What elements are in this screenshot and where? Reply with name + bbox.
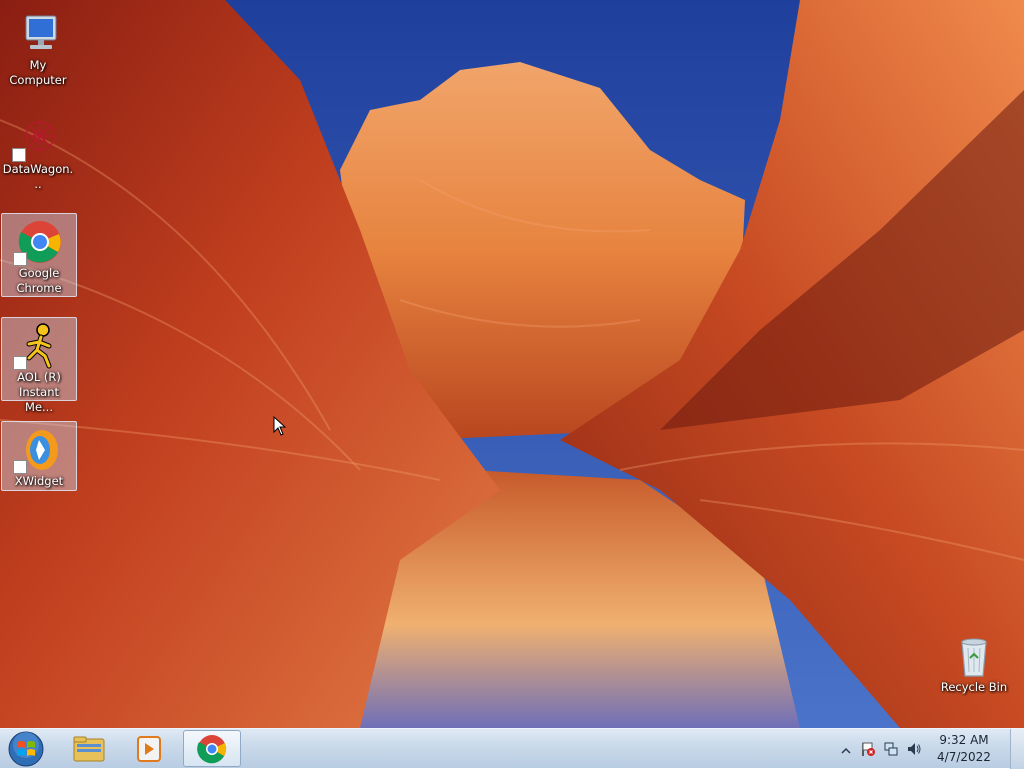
desktop-icon-label: Google Chrome [16, 266, 62, 295]
taskbar-chrome-button[interactable] [183, 730, 241, 767]
desktop-icon-aol-instant-messenger[interactable]: AOL (R) Instant Me... [1, 317, 77, 414]
desktop-icon-google-chrome[interactable]: Google Chrome [1, 213, 77, 297]
volume-icon[interactable] [906, 741, 922, 761]
file-explorer-icon [73, 736, 105, 762]
taskbar-explorer-button[interactable] [60, 730, 118, 767]
aim-running-man-icon [13, 322, 63, 370]
shortcut-arrow-icon [13, 252, 27, 266]
shortcut-arrow-icon [12, 148, 26, 162]
taskbar: 9:32 AM 4/7/2022 [0, 728, 1024, 769]
desktop-icon-label: Recycle Bin [940, 680, 1008, 694]
clock-time: 9:32 AM [939, 733, 989, 747]
system-tray: 9:32 AM 4/7/2022 [834, 729, 1024, 769]
desktop-icon-datawagon[interactable]: DataWagon... [0, 110, 76, 192]
show-hidden-icons-chevron[interactable] [841, 741, 851, 760]
show-desktop-button[interactable] [1010, 729, 1024, 769]
datawagon-icon [12, 114, 62, 162]
taskbar-media-player-button[interactable] [120, 730, 178, 767]
mouse-cursor-icon [273, 415, 287, 440]
desktop-icon-xwidget[interactable]: XWidget [1, 421, 77, 491]
shortcut-arrow-icon [13, 356, 27, 370]
shortcut-arrow-icon [13, 460, 27, 474]
xwidget-icon [13, 426, 63, 474]
desktop-wallpaper [0, 0, 1024, 728]
start-button[interactable] [5, 730, 47, 768]
clock-date: 4/7/2022 [937, 750, 991, 764]
taskbar-clock[interactable]: 9:32 AM 4/7/2022 [932, 732, 996, 766]
chrome-icon [13, 218, 63, 266]
media-player-icon [137, 736, 161, 762]
desktop-icon-label: My Computer [9, 58, 67, 87]
windows-start-orb-icon [8, 731, 44, 767]
network-icon[interactable] [883, 741, 899, 761]
desktop-icon-label: AOL (R) Instant Me... [17, 370, 61, 414]
recycle-bin-icon [950, 632, 998, 680]
action-center-flag-icon[interactable] [860, 741, 876, 761]
desktop-icon-my-computer[interactable]: My Computer [0, 6, 76, 88]
chrome-icon [197, 735, 227, 764]
computer-icon [14, 10, 62, 58]
desktop-icon-label: XWidget [14, 474, 64, 488]
desktop-icon-recycle-bin[interactable]: Recycle Bin [936, 628, 1012, 695]
desktop-icon-label: DataWagon... [2, 162, 74, 191]
